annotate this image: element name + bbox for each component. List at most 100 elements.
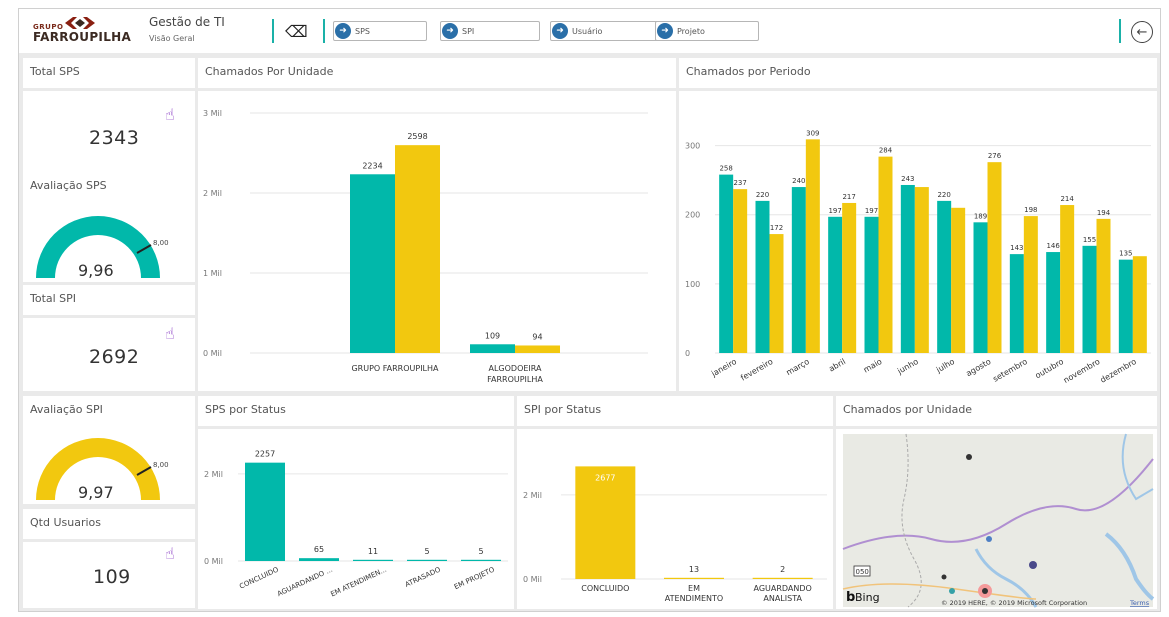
panel-title: Chamados Por Unidade	[205, 65, 334, 78]
bar[interactable]	[842, 202, 857, 353]
bar[interactable]	[752, 577, 813, 579]
map-marker[interactable]	[1029, 561, 1037, 569]
map-marker[interactable]	[986, 536, 992, 542]
panel-title: SPI por Status	[524, 403, 602, 416]
bar[interactable]	[350, 174, 395, 353]
bar[interactable]	[515, 345, 560, 353]
bar[interactable]	[914, 187, 929, 353]
data-label: 198	[1024, 206, 1037, 214]
y-tick-label: 3 Mil	[203, 109, 222, 118]
bar[interactable]	[733, 189, 748, 353]
data-label: 109	[485, 331, 500, 340]
bar[interactable]	[951, 207, 966, 353]
divider	[1119, 19, 1121, 43]
gauge-sps: 8,00 9,96	[36, 216, 169, 280]
bar[interactable]	[973, 222, 988, 353]
bar[interactable]	[470, 344, 515, 353]
bar[interactable]	[987, 162, 1002, 353]
panel-header-spi-status: SPI por Status	[517, 396, 833, 426]
data-label: 309	[806, 129, 819, 137]
divider	[323, 19, 325, 43]
x-tick-label: julho	[934, 357, 956, 375]
y-tick-label: 0	[685, 349, 690, 358]
kpi-card-qtd-usuarios: 109 ☝	[23, 542, 195, 608]
bar[interactable]	[245, 462, 285, 561]
data-label: 146	[1046, 242, 1060, 250]
kpi-title: Qtd Usuarios	[30, 516, 101, 529]
bar[interactable]	[299, 558, 339, 561]
data-label: 197	[828, 207, 841, 215]
gauge-value: 9,96	[78, 261, 114, 280]
nav-button-label: Usuário	[572, 26, 603, 36]
data-label: 276	[988, 152, 1002, 160]
nav-button-spi[interactable]: ➜ SPI	[440, 21, 540, 41]
data-label: 2	[780, 565, 785, 574]
map-background	[843, 434, 1153, 607]
x-tick-label: novembro	[1062, 357, 1102, 385]
map-marker[interactable]	[982, 588, 988, 594]
kpi-header-total-sps: Total SPS	[23, 58, 195, 88]
x-tick-label: ANALISTA	[763, 594, 802, 603]
drillthrough-hand-icon[interactable]: ☝	[165, 105, 175, 124]
bing-map[interactable]: 050 b Bing © 2019 HERE, © 2019 Microsoft…	[836, 429, 1157, 609]
nav-button-label: SPI	[462, 26, 475, 36]
map-panel: 050 b Bing © 2019 HERE, © 2019 Microsoft…	[836, 429, 1157, 609]
bar[interactable]	[1009, 254, 1024, 353]
bar[interactable]	[1046, 252, 1061, 353]
bar[interactable]	[878, 156, 893, 353]
map-marker[interactable]	[966, 454, 972, 460]
kpi-value: 2692	[89, 346, 140, 368]
data-label: 2234	[362, 161, 382, 170]
data-label: 172	[770, 224, 783, 232]
bing-b-icon: b	[846, 590, 855, 605]
bar[interactable]	[791, 187, 806, 353]
bar[interactable]	[937, 200, 952, 353]
bar[interactable]	[461, 559, 501, 561]
company-logo: GRUPO FARROUPILHA	[33, 16, 143, 46]
bar[interactable]	[664, 577, 724, 579]
bar[interactable]	[755, 200, 770, 353]
data-label: 189	[974, 212, 987, 220]
bar[interactable]	[864, 216, 879, 353]
map-terms-link[interactable]: Terms	[1129, 599, 1150, 607]
bar[interactable]	[1118, 259, 1133, 353]
bar[interactable]	[719, 174, 734, 353]
clear-filters-eraser-icon[interactable]: ⌫	[285, 22, 308, 41]
bar[interactable]	[805, 139, 820, 353]
back-arrow-icon[interactable]: ←	[1131, 21, 1153, 43]
y-tick-label: 2 Mil	[203, 189, 222, 198]
bar[interactable]	[395, 145, 440, 353]
bar[interactable]	[1132, 256, 1147, 353]
map-marker[interactable]	[941, 574, 947, 580]
bar[interactable]	[575, 466, 636, 579]
kpi-header-qtd-usuarios: Qtd Usuarios	[23, 509, 195, 539]
nav-button-projeto[interactable]: ➜ Projeto	[655, 21, 759, 41]
map-marker[interactable]	[949, 588, 955, 594]
data-label: 243	[901, 175, 914, 183]
data-label: 135	[1119, 250, 1132, 258]
bar[interactable]	[1023, 216, 1038, 353]
drillthrough-hand-icon[interactable]: ☝	[165, 324, 175, 343]
kpi-title: Total SPI	[30, 292, 77, 305]
x-tick-label: EM ATENDIMEN...	[329, 566, 387, 599]
data-label: 217	[842, 193, 855, 201]
bar[interactable]	[1082, 245, 1097, 353]
drillthrough-hand-icon[interactable]: ☝	[165, 544, 175, 563]
page-subtitle: Visão Geral	[149, 34, 195, 43]
bar[interactable]	[353, 559, 393, 561]
road-shield-label: 050	[856, 568, 869, 576]
kpi-card-avaliacao-spi: Avaliação SPI 8,00 9,97	[23, 396, 195, 504]
data-label: 220	[756, 191, 769, 199]
logo-big-text: FARROUPILHA	[33, 30, 132, 44]
bar[interactable]	[769, 234, 784, 353]
panel-title: Chamados por Unidade	[843, 403, 973, 416]
x-tick-label: janeiro	[709, 357, 738, 379]
bar[interactable]	[1060, 205, 1075, 353]
data-label: 258	[719, 165, 732, 173]
bar[interactable]	[407, 559, 447, 561]
bar[interactable]	[1096, 218, 1111, 353]
nav-button-usuario[interactable]: ➜ Usuário	[550, 21, 660, 41]
nav-button-sps[interactable]: ➜ SPS	[333, 21, 427, 41]
bar[interactable]	[900, 184, 915, 353]
bar[interactable]	[828, 216, 843, 353]
